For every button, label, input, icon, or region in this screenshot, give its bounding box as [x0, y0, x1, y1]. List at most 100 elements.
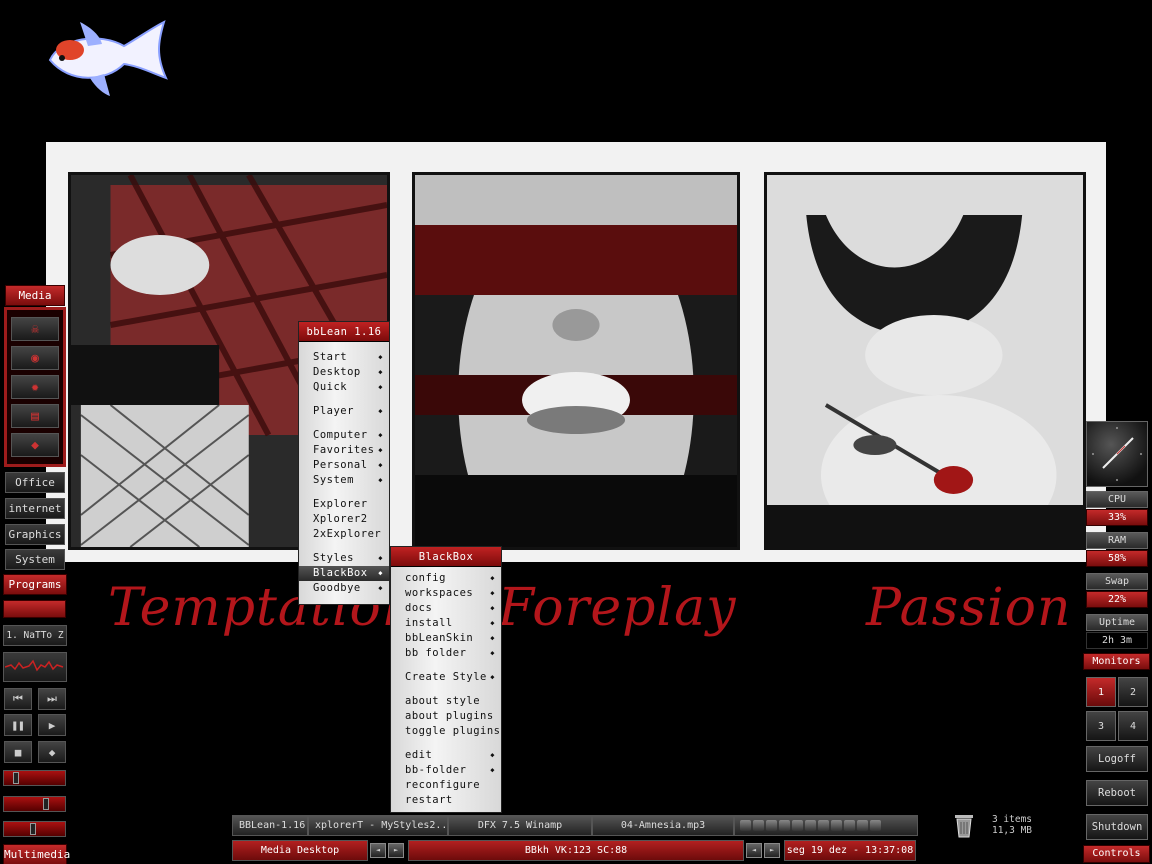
- internet-button[interactable]: internet: [5, 498, 65, 519]
- menu-item-computer[interactable]: Computer ◆: [299, 428, 389, 443]
- menu-item-system[interactable]: System ◆: [299, 473, 389, 488]
- menu-item-xplorer2[interactable]: Xplorer2: [299, 512, 389, 527]
- menu-item-install[interactable]: install ◆: [391, 616, 501, 631]
- office-button[interactable]: Office: [5, 472, 65, 493]
- submenu-arrow-icon: ◆: [378, 431, 383, 439]
- reboot-button[interactable]: Reboot: [1086, 780, 1148, 806]
- multimedia-button[interactable]: Multimedia: [3, 844, 70, 864]
- photo-foreplay: [412, 172, 740, 550]
- menu-title: bbLean 1.16: [299, 322, 389, 342]
- menu-item-2xexplorer[interactable]: 2xExplorer: [299, 527, 389, 542]
- swap-value: 22%: [1086, 591, 1148, 608]
- submenu-arrow-icon: ◆: [378, 554, 383, 562]
- volume-bar[interactable]: [3, 600, 66, 618]
- wallpaper-banner: [46, 142, 1106, 562]
- eject-icon[interactable]: ◆: [38, 741, 66, 763]
- flame-icon[interactable]: ✹: [11, 375, 59, 399]
- graphics-button[interactable]: Graphics: [5, 524, 65, 545]
- submenu-arrow-icon: ◆: [490, 589, 495, 597]
- workspace-4-button[interactable]: 4: [1118, 711, 1148, 741]
- submenu-arrow-icon: ◆: [378, 353, 383, 361]
- menu-item-label: restart: [405, 794, 453, 806]
- submenu-arrow-icon: ◆: [378, 446, 383, 454]
- menu-item-create-style[interactable]: Create Style ◆: [391, 670, 501, 685]
- tool-icon[interactable]: [805, 820, 816, 831]
- volume-icon[interactable]: [870, 820, 881, 831]
- menu-item-bbleanskin[interactable]: bbLeanSkin ◆: [391, 631, 501, 646]
- programs-button[interactable]: Programs: [3, 574, 67, 595]
- menu-item-about-plugins[interactable]: about plugins: [391, 709, 501, 724]
- task-xplorer[interactable]: xplorerT - MyStyles2...: [308, 815, 448, 836]
- menu-item-desktop[interactable]: Desktop ◆: [299, 365, 389, 380]
- menu-item-label: Start: [313, 351, 348, 363]
- alien-icon[interactable]: [740, 820, 751, 831]
- film-icon[interactable]: ▤: [11, 404, 59, 428]
- player-icon[interactable]: ◉: [11, 346, 59, 370]
- controls-title[interactable]: Controls: [1083, 845, 1150, 863]
- menu-item-quick[interactable]: Quick ◆: [299, 380, 389, 395]
- clock-text: seg 19 dez - 13:37:08: [784, 840, 916, 861]
- monitors-title[interactable]: Monitors: [1083, 653, 1150, 670]
- prev-task-icon[interactable]: ◄: [746, 843, 762, 858]
- task-mp3[interactable]: 04-Amnesia.mp3: [592, 815, 734, 836]
- menu-item-restart[interactable]: restart: [391, 793, 501, 808]
- volume-slider[interactable]: [3, 796, 66, 812]
- workspace-3-button[interactable]: 3: [1086, 711, 1116, 741]
- workspace-name[interactable]: Media Desktop: [232, 840, 368, 861]
- menu-item-config[interactable]: config ◆: [391, 571, 501, 586]
- previous-icon[interactable]: ⏮: [4, 688, 32, 710]
- media-title[interactable]: Media: [5, 285, 65, 306]
- menu-item-toggle-plugins[interactable]: toggle plugins: [391, 724, 501, 739]
- menu-item-start[interactable]: Start ◆: [299, 350, 389, 365]
- skull-tray-icon[interactable]: [779, 820, 790, 831]
- photo-passion: [764, 172, 1086, 550]
- workspace-2-button[interactable]: 2: [1118, 677, 1148, 707]
- play-icon[interactable]: ▶: [38, 714, 66, 736]
- menu-item-explorer[interactable]: Explorer: [299, 497, 389, 512]
- menu-item-styles[interactable]: Styles ◆: [299, 551, 389, 566]
- next-task-icon[interactable]: ►: [764, 843, 780, 858]
- submenu-arrow-icon: ◆: [378, 461, 383, 469]
- menu-item-about-style[interactable]: about style: [391, 694, 501, 709]
- menu-item-goodbye[interactable]: Goodbye ◆: [299, 581, 389, 596]
- menu-item-reconfigure[interactable]: reconfigure: [391, 778, 501, 793]
- pause-icon[interactable]: ❚❚: [4, 714, 32, 736]
- system-button[interactable]: System: [5, 549, 65, 570]
- menu-item-bb-folder[interactable]: bb folder ◆: [391, 646, 501, 661]
- monitor-icon[interactable]: [766, 820, 777, 831]
- stop-icon[interactable]: ■: [4, 741, 32, 763]
- pen-icon[interactable]: [831, 820, 842, 831]
- next-workspace-icon[interactable]: ►: [388, 843, 404, 858]
- workspace-1-button[interactable]: 1: [1086, 677, 1116, 707]
- menu-item-label: docs: [405, 602, 433, 614]
- menu-item-edit[interactable]: edit ◆: [391, 748, 501, 763]
- submenu-title: BlackBox: [391, 547, 501, 567]
- menu-item-favorites[interactable]: Favorites ◆: [299, 443, 389, 458]
- disk-icon[interactable]: [792, 820, 803, 831]
- menu-item-label: Quick: [313, 381, 348, 393]
- menu-item-docs[interactable]: docs ◆: [391, 601, 501, 616]
- skull-icon[interactable]: ☠: [11, 317, 59, 341]
- trash-icon[interactable]: [953, 812, 975, 838]
- prev-workspace-icon[interactable]: ◄: [370, 843, 386, 858]
- task-bblean[interactable]: BBLean-1.16: [232, 815, 308, 836]
- logoff-button[interactable]: Logoff: [1086, 746, 1148, 772]
- shutdown-button[interactable]: Shutdown: [1086, 814, 1148, 840]
- seek-slider[interactable]: [3, 770, 66, 786]
- menu-item-personal[interactable]: Personal ◆: [299, 458, 389, 473]
- menu-item-blackbox[interactable]: BlackBox ◆: [299, 566, 389, 581]
- menu-item-workspaces[interactable]: workspaces ◆: [391, 586, 501, 601]
- menu-item-player[interactable]: Player ◆: [299, 404, 389, 419]
- submenu-arrow-icon: ◆: [378, 584, 383, 592]
- flag-icon[interactable]: [857, 820, 868, 831]
- balance-slider[interactable]: [3, 821, 66, 837]
- chart-icon[interactable]: [844, 820, 855, 831]
- shield-icon[interactable]: [818, 820, 829, 831]
- menu-item-bb-folder[interactable]: bb-folder ◆: [391, 763, 501, 778]
- task-winamp[interactable]: DFX 7.5 Winamp: [448, 815, 592, 836]
- network-icon[interactable]: [753, 820, 764, 831]
- folder-icon[interactable]: ◆: [11, 433, 59, 457]
- next-icon[interactable]: ⏭: [38, 688, 66, 710]
- analog-clock: [1086, 421, 1148, 487]
- system-tray: [734, 815, 918, 836]
